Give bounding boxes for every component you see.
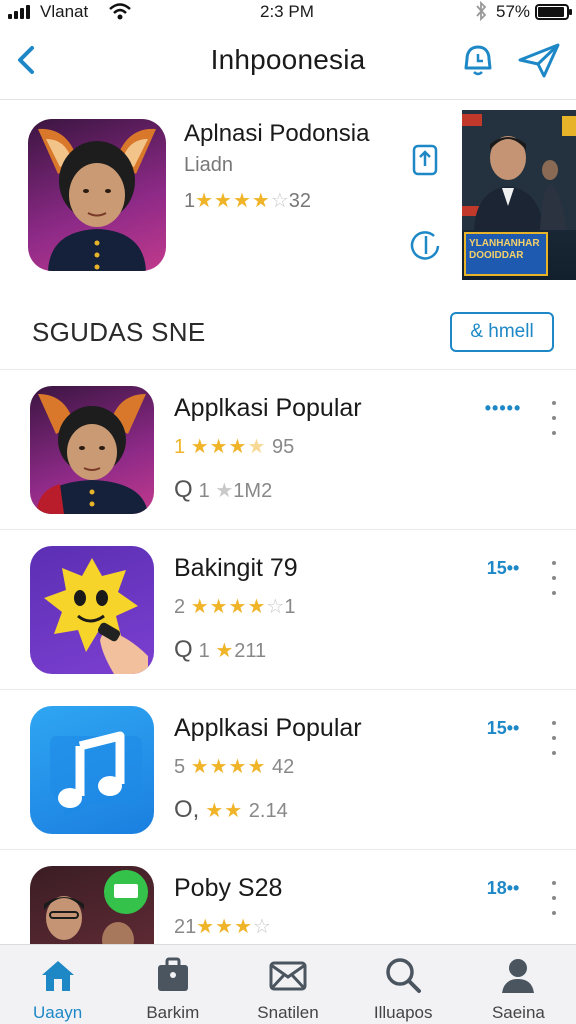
rating-prefix: 21 [174,916,197,938]
carrier-name: Vlanat [40,2,89,21]
rating-count: 42 [271,756,295,778]
star-rating: ★★★ [190,436,248,458]
rating-prefix: 1 [184,190,196,212]
more-options-icon[interactable] [540,556,568,600]
list-item[interactable]: Bakingit 79 2 ★★★★☆1 Q1 ★211 15•• [0,532,576,690]
star-rating: ★★★★ [190,596,267,618]
share-icon[interactable] [408,140,444,178]
list-item[interactable]: Applkasi Popular 1 ★★★★ 95 Q1 ★1M2 ••••• [0,372,576,530]
section-title: SGUDAS SNE [32,317,206,347]
tab-label: Snatilen [257,1003,319,1022]
search-glyph-icon: Q [174,636,193,663]
star-icon: ★ [215,480,234,502]
tab-label: Barkim [146,1003,200,1022]
app-action[interactable]: ••••• [472,398,534,419]
rating-prefix: 1 [174,436,186,458]
navigation-bar: Inhpoonesia [0,30,576,100]
more-options-icon[interactable] [540,876,568,920]
tab-saeina[interactable]: Saeina [461,945,576,1024]
app-action[interactable]: 15•• [472,558,534,579]
rating-prefix: 5 [174,756,186,778]
more-options-icon[interactable] [540,716,568,760]
featured-app-subtitle: Liadn [184,154,233,176]
app-meta: Q1 ★1M2 [174,476,272,504]
more-options-icon[interactable] [540,396,568,440]
featured-app-rating: 1★★★★☆32 [184,188,311,213]
list-item[interactable]: Applkasi Popular 5 ★★★★ 42 O, ★★ 2.14 15•… [0,692,576,850]
meta-count: 1 [198,480,210,502]
half-star-icon: ★ [247,436,267,458]
signal-icon [8,5,30,19]
meta-value: 2.14 [248,800,288,822]
tab-bar: Uaayn Barkim Snatilen Illuapos Saeina [0,944,576,1024]
rating-count: 1 [284,596,296,618]
battery-percentage: 57% [496,2,531,21]
envelope-icon [268,955,308,995]
empty-star-icon: ☆ [253,916,271,938]
home-icon [38,955,78,995]
empty-star-icon: ☆ [270,190,289,212]
app-rating: 2 ★★★★☆1 [174,594,295,619]
star-rating: ★★★ [196,916,254,938]
meta-count: 1 [198,640,210,662]
empty-star-icon: ☆ [266,596,285,618]
app-action[interactable]: 15•• [472,718,534,739]
app-rating: 5 ★★★★ 42 [174,754,294,779]
featured-banner-image[interactable]: YLANHANHAR DOOIDDAR [462,110,576,280]
meta-value: 1M2 [233,480,273,502]
star-rating: ★★★★ [190,756,267,778]
rating-count: 32 [288,190,312,212]
featured-app-name: Aplnasi Podonsia [184,120,370,147]
search-glyph-icon: O, [174,796,200,823]
app-meta: Q1 ★211 [174,636,266,664]
tab-illuapos[interactable]: Illuapos [346,945,461,1024]
meta-value: 211 [234,640,267,662]
cartoon-character-icon [30,546,154,674]
search-icon [383,955,423,995]
notification-icon[interactable] [458,42,498,78]
star-rating: ★★ [205,800,244,822]
rating-prefix: 2 [174,596,186,618]
bluetooth-icon [474,0,488,26]
tab-barkim[interactable]: Barkim [115,945,230,1024]
tab-home[interactable]: Uaayn [0,945,115,1024]
profile-icon [498,955,538,995]
battery-icon [535,4,572,20]
featured-app-card[interactable]: Aplnasi Podonsia Liadn 1★★★★☆32 YLANHANH… [0,102,576,288]
banner-caption: YLANHANHAR DOOIDDAR [464,232,548,276]
tab-label: Uaayn [33,1003,83,1022]
music-note-icon [30,706,154,834]
download-icon[interactable] [408,228,444,264]
app-meta: O, ★★ 2.14 [174,796,288,824]
app-name: Poby S28 [174,874,283,902]
app-name: Bakingit 79 [174,554,298,582]
tab-label: Illuapos [373,1003,433,1022]
rating-count: 95 [271,436,295,458]
app-rating: 1 ★★★★ 95 [174,434,294,459]
search-glyph-icon: Q [174,476,193,503]
status-time: 2:3 PM [260,2,314,21]
tab-snatilen[interactable]: Snatilen [230,945,345,1024]
star-rating: ★★★★ [195,190,271,212]
app-action[interactable]: 18•• [472,878,534,899]
app-rating: 21★★★☆ [174,914,271,939]
section-header: SGUDAS SNE & hmell [0,300,576,370]
star-icon: ★ [215,640,235,662]
see-all-button[interactable]: & hmell [450,312,554,352]
status-bar: Vlanat 2:3 PM 57% [0,0,576,26]
person-avatar-icon [30,386,154,514]
wifi-icon [108,2,132,27]
tab-label: Saeina [491,1003,545,1022]
send-icon[interactable] [516,40,562,80]
featured-app-icon [28,119,166,271]
app-name: Applkasi Popular [174,714,362,742]
briefcase-icon [153,955,193,995]
app-name: Applkasi Popular [174,394,362,422]
